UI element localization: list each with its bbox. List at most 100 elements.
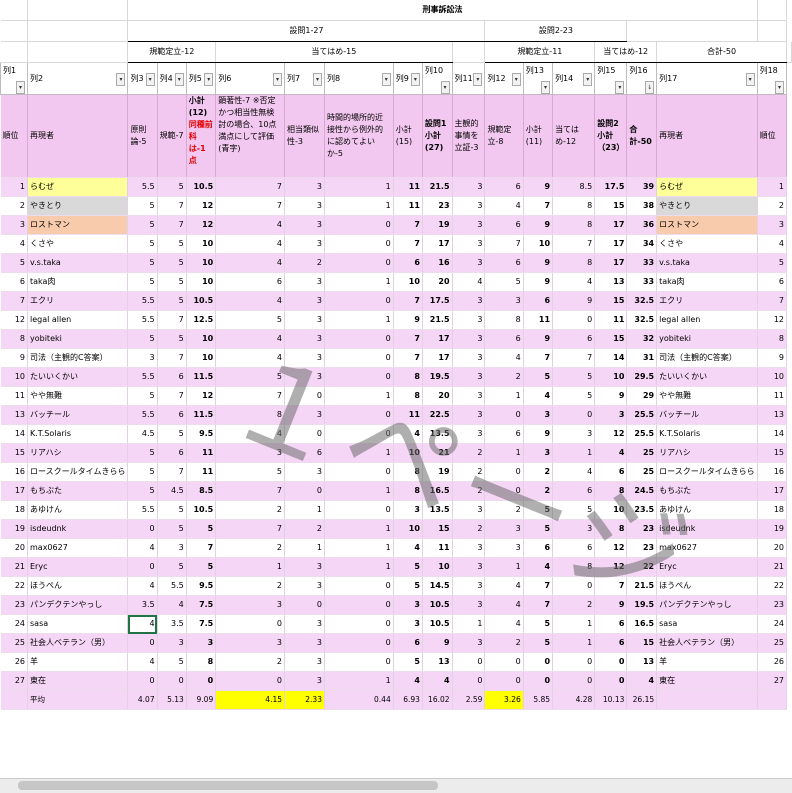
cell-score[interactable]: 7	[157, 386, 187, 406]
cell-score[interactable]: 5	[552, 500, 596, 520]
cell-score[interactable]: 3	[452, 348, 486, 368]
cell-score[interactable]: 9	[393, 310, 423, 330]
cell-score[interactable]: 3	[523, 405, 554, 425]
cell-score[interactable]: 29.5	[626, 367, 658, 387]
filter-dropdown-icon[interactable]: ▾	[381, 72, 391, 86]
cell-score[interactable]: 17	[422, 329, 453, 349]
cell-score[interactable]: 9.5	[186, 576, 217, 596]
cell-score[interactable]: 10	[186, 253, 217, 273]
cell-score[interactable]: 13	[422, 652, 453, 672]
cell-score[interactable]: 5	[157, 291, 187, 311]
filter-cell-col11[interactable]: 列11 ▾	[451, 62, 486, 95]
cell-score[interactable]: 8	[393, 386, 423, 406]
cell-score[interactable]: 3	[284, 652, 325, 672]
cell-score[interactable]: 3	[393, 614, 423, 634]
cell-score[interactable]: 5	[127, 196, 158, 216]
cell-score[interactable]: 11.5	[186, 405, 217, 425]
cell-score[interactable]: 7	[215, 481, 285, 501]
cell-score[interactable]: 3	[452, 405, 486, 425]
cell-score[interactable]: 7	[393, 291, 423, 311]
filter-dropdown-icon[interactable]: ▾	[775, 81, 784, 94]
cell-score[interactable]: 4	[484, 614, 524, 634]
cell-score[interactable]: 4	[127, 576, 158, 596]
cell-score[interactable]: 3	[452, 329, 486, 349]
filter-cell-col2[interactable]: 列2 ▾	[26, 62, 129, 95]
cell-score[interactable]: 3	[284, 291, 325, 311]
cell-name-right[interactable]: らむぜ	[656, 177, 758, 197]
header-subtotal12[interactable]: 小計(12) 同種前科は-1点	[186, 94, 217, 178]
cell-score[interactable]: 0	[157, 671, 187, 691]
cell-name-right[interactable]: yobiteki	[656, 329, 758, 349]
cell-rank[interactable]: 20	[0, 538, 28, 558]
cell-score[interactable]: 5	[484, 272, 524, 292]
cell-score[interactable]: 8	[393, 367, 423, 387]
average-value[interactable]: 10.13	[594, 690, 628, 710]
cell-score[interactable]: 10.5	[186, 177, 217, 197]
cell-score[interactable]: 2	[523, 462, 554, 482]
subgroup-norm2[interactable]: 規範定立-11	[484, 41, 596, 63]
cell-name[interactable]: isdeudnk	[27, 519, 129, 539]
empty-cell[interactable]	[0, 41, 28, 63]
cell-name-right[interactable]: たいいくかい	[656, 367, 758, 387]
header-q2-subtotal[interactable]: 設問2小計（23）	[594, 94, 628, 178]
subgroup-norm1[interactable]: 規範定立-12	[127, 41, 217, 63]
cell-score[interactable]: 32	[626, 329, 658, 349]
cell-score[interactable]: 1	[324, 481, 394, 501]
cell-score[interactable]: 0	[127, 633, 158, 653]
cell-name[interactable]: 羊	[27, 652, 129, 672]
cell-rank-right[interactable]: 27	[757, 671, 788, 691]
cell-score[interactable]: 0	[324, 234, 394, 254]
cell-score[interactable]: 10.5	[422, 595, 453, 615]
cell-score[interactable]: 0	[215, 614, 285, 634]
cell-score[interactable]: 0	[452, 652, 486, 672]
cell-score[interactable]: 0	[324, 424, 394, 444]
filter-cell-col1[interactable]: 列1 ▾	[0, 62, 28, 95]
cell-score[interactable]: 5	[215, 367, 285, 387]
cell-score[interactable]: 25.5	[626, 405, 658, 425]
cell-score[interactable]: 5	[523, 633, 554, 653]
cell-rank[interactable]: 9	[0, 348, 28, 368]
cell-score[interactable]: 1	[284, 538, 325, 558]
filter-dropdown-icon[interactable]: ▾	[174, 72, 184, 86]
cell-score[interactable]: 0	[552, 310, 596, 330]
filter-cell-col16[interactable]: 列16 ↓	[626, 62, 658, 95]
cell-score[interactable]: 0	[484, 652, 524, 672]
cell-score[interactable]: 0	[552, 652, 596, 672]
cell-name[interactable]: バッチール	[27, 405, 129, 425]
cell-name[interactable]: やや無難	[27, 386, 129, 406]
cell-score[interactable]: 10	[393, 272, 423, 292]
cell-score[interactable]: 3	[452, 595, 486, 615]
cell-rank-right[interactable]: 18	[757, 500, 788, 520]
cell-score[interactable]: 11	[393, 405, 423, 425]
cell-score[interactable]: 7	[552, 234, 596, 254]
scrollbar-thumb[interactable]	[18, 781, 438, 790]
cell-name[interactable]: ほうぺん	[27, 576, 129, 596]
cell-score[interactable]: 5	[157, 519, 187, 539]
cell-score[interactable]: 7	[215, 519, 285, 539]
cell-score[interactable]: 0	[552, 671, 596, 691]
cell-score[interactable]: 0	[452, 671, 486, 691]
cell-score[interactable]: 5	[157, 652, 187, 672]
cell-rank[interactable]: 19	[0, 519, 28, 539]
cell-score[interactable]: 1	[324, 386, 394, 406]
cell-rank-right[interactable]: 12	[757, 310, 788, 330]
cell-score[interactable]: 3	[452, 234, 486, 254]
cell-score[interactable]: 23	[422, 196, 453, 216]
cell-name-right[interactable]: もちぶた	[656, 481, 758, 501]
cell-score[interactable]: 5	[523, 500, 554, 520]
cell-score[interactable]: 39	[626, 177, 658, 197]
cell-score[interactable]: 0	[324, 462, 394, 482]
sheet-title[interactable]: 刑事訴訟法	[127, 0, 758, 21]
cell-rank[interactable]: 16	[0, 462, 28, 482]
cell-score[interactable]: 5	[127, 253, 158, 273]
cell-rank[interactable]: 14	[0, 424, 28, 444]
cell-name[interactable]: くさや	[27, 234, 129, 254]
cell-name-right[interactable]: あゆけん	[656, 500, 758, 520]
cell-score[interactable]: 38	[626, 196, 658, 216]
cell-score[interactable]: 0	[552, 576, 596, 596]
filter-cell-col8[interactable]: 列8 ▾	[323, 62, 394, 95]
cell-score[interactable]: 6	[523, 538, 554, 558]
cell-score[interactable]: 4	[127, 652, 158, 672]
cell-score[interactable]: 25.5	[626, 424, 658, 444]
cell-name-right[interactable]: 羊	[656, 652, 758, 672]
